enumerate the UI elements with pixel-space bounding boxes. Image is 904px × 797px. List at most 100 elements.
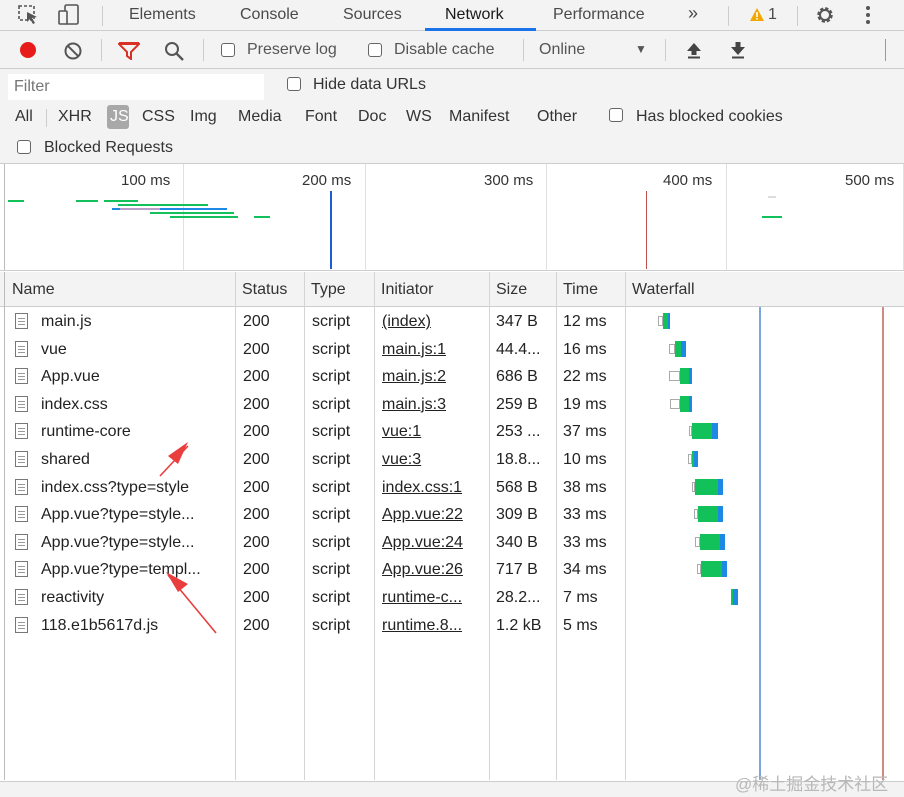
tab-console[interactable]: Console [240, 6, 299, 24]
request-name: runtime-core [41, 423, 131, 441]
column-header-size[interactable]: Size [496, 281, 527, 299]
table-row[interactable]: App.vue?type=templ... 200 script App.vue:26… [0, 556, 624, 584]
column-header-initiator[interactable]: Initiator [381, 281, 433, 299]
table-row[interactable]: App.vue 200 script main.js:2 686 B 22 ms [0, 363, 624, 391]
more-tabs-button[interactable]: » [688, 3, 698, 24]
table-row[interactable]: reactivity 200 script runtime-c... 28.2... 7 … [0, 584, 624, 612]
waterfall-download-bar [668, 313, 670, 329]
request-name: reactivity [41, 589, 105, 606]
column-header-time[interactable]: Time [563, 281, 598, 299]
request-time: 22 ms [563, 368, 607, 386]
request-initiator[interactable]: App.vue:22 [382, 506, 463, 524]
table-row[interactable]: main.js 200 script (index) 347 B 12 ms [0, 308, 624, 336]
filter-type-media[interactable]: Media [238, 108, 282, 126]
request-time: 7 ms [563, 589, 598, 606]
script-file-icon [15, 589, 28, 605]
request-initiator[interactable]: runtime.8... [382, 617, 462, 635]
record-button[interactable] [18, 40, 38, 64]
blocked-requests-checkbox[interactable] [17, 140, 31, 154]
settings-gear-icon[interactable] [814, 4, 836, 30]
request-initiator[interactable]: vue:3 [382, 451, 421, 469]
overview-bar [768, 196, 776, 198]
request-initiator[interactable]: main.js:1 [382, 341, 446, 359]
waterfall-waiting-bar [669, 371, 680, 382]
request-name: shared [41, 451, 90, 468]
request-initiator[interactable]: App.vue:26 [382, 561, 463, 579]
clear-icon[interactable] [63, 41, 83, 65]
timeline-overview[interactable]: 100 ms 200 ms 300 ms 400 ms 500 ms [0, 164, 904, 271]
overview-bar [8, 200, 24, 202]
request-status: 200 [243, 368, 270, 386]
script-file-icon [15, 451, 28, 467]
tab-network[interactable]: Network [445, 6, 504, 24]
request-time: 37 ms [563, 423, 607, 441]
filter-input[interactable] [8, 74, 264, 100]
request-initiator[interactable]: main.js:3 [382, 396, 446, 414]
filter-type-ws[interactable]: WS [406, 108, 432, 126]
filter-type-doc[interactable]: Doc [358, 108, 386, 126]
waterfall-ttfb-bar [680, 368, 689, 385]
table-row[interactable]: index.css?type=style 200 script index.css:1… [0, 474, 624, 502]
filter-type-img[interactable]: Img [190, 108, 217, 126]
table-row[interactable]: runtime-core 200 script vue:1 253 ... 37 ms [0, 418, 624, 446]
export-har-icon[interactable] [729, 41, 747, 63]
filter-type-all[interactable]: All [15, 108, 33, 126]
device-toolbar-icon[interactable] [58, 4, 80, 30]
request-initiator[interactable]: (index) [382, 313, 431, 331]
table-row[interactable]: vue 200 script main.js:1 44.4... 16 ms [0, 336, 624, 364]
table-row[interactable]: shared 200 script vue:3 18.8... 10 ms [0, 446, 624, 474]
search-icon[interactable] [163, 40, 185, 66]
filter-type-xhr[interactable]: XHR [58, 108, 92, 126]
request-initiator[interactable]: main.js:2 [382, 368, 446, 386]
preserve-log-checkbox[interactable] [221, 43, 235, 57]
filter-type-other[interactable]: Other [537, 108, 577, 126]
request-initiator[interactable]: vue:1 [382, 423, 421, 441]
waterfall-download-bar [733, 589, 738, 605]
column-header-status[interactable]: Status [242, 281, 287, 299]
script-file-icon [15, 423, 28, 440]
tab-elements[interactable]: Elements [129, 6, 196, 24]
filter-funnel-icon[interactable] [116, 42, 142, 64]
waterfall-load-line [882, 307, 884, 780]
request-initiator[interactable]: App.vue:24 [382, 534, 463, 552]
hide-data-urls-checkbox[interactable] [287, 77, 301, 91]
request-initiator[interactable]: runtime-c... [382, 589, 462, 607]
tab-performance[interactable]: Performance [553, 6, 645, 24]
warning-icon[interactable] [749, 7, 765, 26]
table-row[interactable]: App.vue?type=style... 200 script App.vue:22… [0, 501, 624, 529]
has-blocked-cookies-checkbox[interactable] [609, 108, 623, 122]
request-type: script [312, 451, 351, 468]
import-har-icon[interactable] [685, 41, 703, 63]
filter-type-font[interactable]: Font [305, 108, 337, 126]
filter-type-css[interactable]: CSS [142, 108, 175, 126]
script-file-icon [15, 616, 28, 633]
table-row[interactable]: index.css 200 script main.js:3 259 B 19 ms [0, 391, 624, 419]
column-header-type[interactable]: Type [311, 281, 346, 299]
column-header-name[interactable]: Name [12, 281, 55, 299]
request-size: 347 B [496, 313, 538, 330]
request-status: 200 [243, 616, 270, 634]
more-options-icon[interactable] [865, 5, 871, 29]
blocked-requests-label: Blocked Requests [44, 139, 173, 156]
waterfall-ttfb-bar [700, 533, 720, 550]
request-initiator[interactable]: index.css:1 [382, 479, 462, 497]
requests-table-header: Name Status Type Initiator Size Time Wat… [0, 272, 904, 307]
table-row[interactable]: App.vue?type=style... 200 script App.vue:24… [0, 529, 624, 557]
table-row[interactable]: 118.e1b5617d.js 200 script runtime.8... 1.2 … [0, 612, 624, 640]
filter-type-js[interactable]: JS [110, 108, 129, 126]
waterfall-download-bar [689, 368, 692, 385]
overview-bar [118, 204, 208, 206]
inspect-element-icon[interactable] [18, 5, 40, 29]
throttling-select[interactable]: Online ▼ [530, 35, 655, 63]
disable-cache-checkbox[interactable] [368, 43, 382, 57]
request-time: 38 ms [563, 478, 607, 496]
request-name: 118.e1b5617d.js [41, 616, 159, 634]
filter-type-manifest[interactable]: Manifest [449, 108, 509, 126]
request-type: script [312, 478, 351, 496]
request-status: 200 [243, 506, 270, 524]
devtools-tabbar: Elements Console Sources Network Perform… [0, 0, 904, 31]
waterfall-download-bar [694, 451, 698, 467]
tab-sources[interactable]: Sources [343, 6, 402, 24]
column-header-waterfall[interactable]: Waterfall [632, 281, 695, 299]
warning-count[interactable]: 1 [768, 6, 777, 24]
